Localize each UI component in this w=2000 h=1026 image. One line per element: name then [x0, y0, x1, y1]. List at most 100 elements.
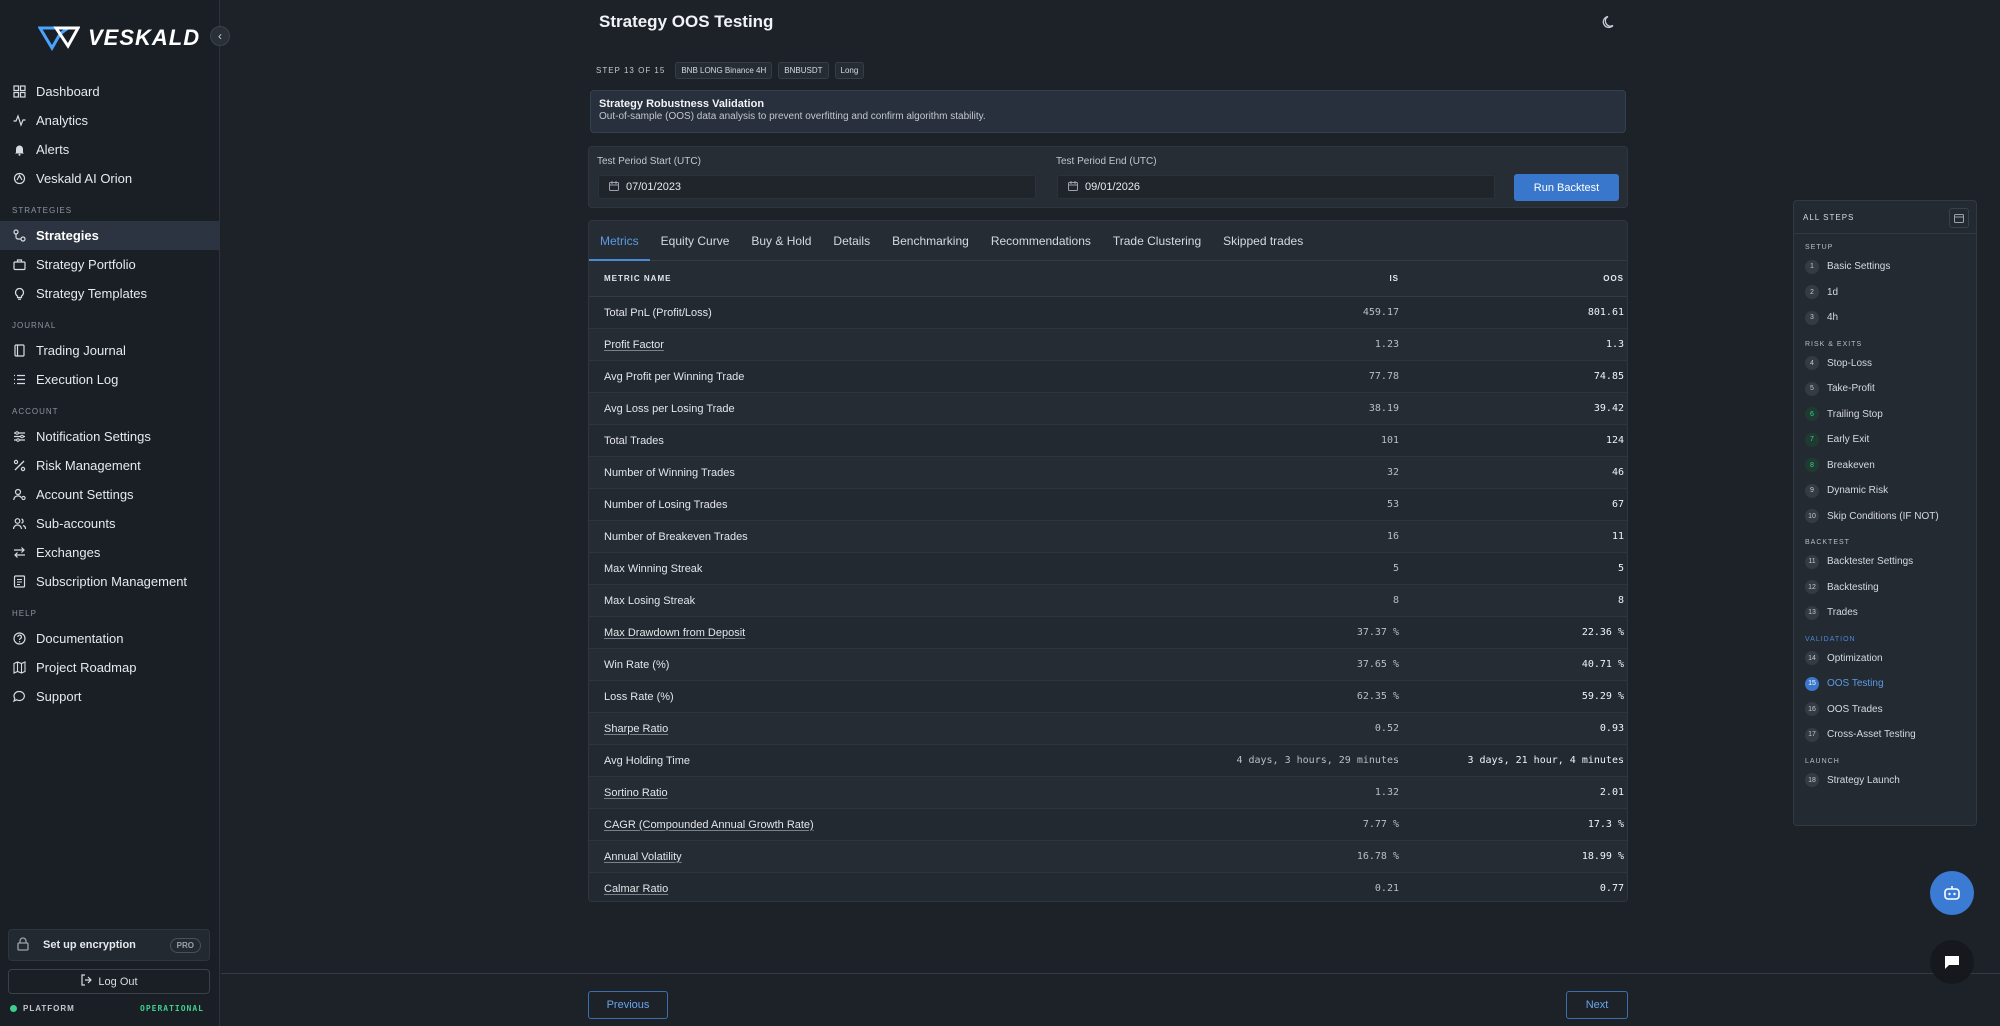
next-button[interactable]: Next — [1566, 991, 1628, 1019]
tab-metrics[interactable]: Metrics — [589, 221, 650, 261]
metric-name[interactable]: Sharpe Ratio — [589, 723, 1189, 735]
logout-button[interactable]: Log Out — [8, 969, 210, 994]
step-item-4[interactable]: 4 Stop-Loss — [1794, 351, 1976, 377]
tab-buy-hold[interactable]: Buy & Hold — [740, 221, 822, 260]
step-item-16[interactable]: 16 OOS Trades — [1794, 697, 1976, 723]
is-value: 38.19 — [1368, 403, 1399, 414]
tab-recommendations[interactable]: Recommendations — [980, 221, 1102, 260]
steps-panel-toggle-button[interactable] — [1949, 208, 1969, 228]
tab-benchmarking[interactable]: Benchmarking — [881, 221, 980, 260]
step-item-3[interactable]: 3 4h — [1794, 305, 1976, 331]
chat-button[interactable] — [1930, 940, 1974, 984]
assistant-button[interactable] — [1930, 871, 1974, 915]
tab-details[interactable]: Details — [822, 221, 881, 260]
metric-name: Number of Losing Trades — [604, 498, 728, 511]
results-panel: Metrics Equity Curve Buy & Hold Details Benc… — [588, 220, 1628, 902]
sidebar-item-label: Strategy Templates — [36, 286, 148, 301]
step-item-18[interactable]: 18 Strategy Launch — [1794, 768, 1976, 794]
end-date-label: Test Period End (UTC) — [1056, 156, 1157, 167]
activity-icon — [12, 114, 26, 128]
table-row: Number of Breakeven Trades 16 11 — [589, 521, 1627, 553]
step-number: 14 — [1805, 651, 1819, 666]
table-row: Win Rate (%) 37.65 % 40.71 % — [589, 649, 1627, 681]
table-row: Max Losing Streak 8 8 — [589, 585, 1627, 617]
sidebar-item-dashboard[interactable]: Dashboard — [0, 77, 220, 106]
is-value: 37.37 % — [1356, 627, 1399, 638]
step-item-9[interactable]: 9 Dynamic Risk — [1794, 478, 1976, 504]
page-title: Strategy OOS Testing — [599, 12, 774, 31]
users-icon — [12, 517, 26, 531]
tab-equity-curve[interactable]: Equity Curve — [650, 221, 741, 260]
sidebar-item-strategy-templates[interactable]: Strategy Templates — [0, 279, 220, 308]
metric-name[interactable]: Calmar Ratio — [589, 883, 1189, 895]
metric-name[interactable]: Annual Volatility — [589, 851, 1189, 863]
setup-encryption-button[interactable]: Set up encryption PRO — [8, 929, 210, 961]
receipt-icon — [12, 575, 26, 589]
step-number: 6 — [1805, 407, 1819, 422]
brand-logo[interactable]: VESKALD — [38, 24, 200, 52]
sidebar-item-documentation[interactable]: Documentation — [0, 624, 220, 653]
sidebar-item-risk-management[interactable]: Risk Management — [0, 451, 220, 480]
sidebar-item-label: Veskald AI Orion — [36, 171, 133, 186]
sidebar-item-project-roadmap[interactable]: Project Roadmap — [0, 653, 220, 682]
tab-skipped-trades[interactable]: Skipped trades — [1212, 221, 1314, 260]
run-backtest-button[interactable]: Run Backtest — [1514, 174, 1619, 201]
step-number: 12 — [1805, 580, 1819, 595]
step-item-15[interactable]: 15 OOS Testing — [1794, 671, 1976, 697]
brand-name: VESKALD — [88, 25, 201, 50]
logout-label: Log Out — [98, 975, 138, 988]
sidebar-item-exchanges[interactable]: Exchanges — [0, 538, 220, 567]
step-item-5[interactable]: 5 Take-Profit — [1794, 376, 1976, 402]
sidebar-item-execution-log[interactable]: Execution Log — [0, 365, 220, 394]
sidebar-item-veskald-ai-orion[interactable]: Veskald AI Orion — [0, 164, 220, 193]
tab-trade-clustering[interactable]: Trade Clustering — [1102, 221, 1212, 260]
oos-value: 18.99 % — [1581, 851, 1624, 862]
step-item-10[interactable]: 10 Skip Conditions (IF NOT) — [1794, 504, 1976, 530]
sidebar-item-trading-journal[interactable]: Trading Journal — [0, 336, 220, 365]
briefcase-icon — [12, 258, 26, 272]
platform-status: PLATFORM OPERATIONAL — [10, 1004, 204, 1013]
collapse-sidebar-button[interactable]: ‹ — [210, 26, 230, 46]
oos-value: 11 — [1611, 531, 1624, 542]
table-row: Total Trades 101 124 — [589, 425, 1627, 457]
step-item-17[interactable]: 17 Cross-Asset Testing — [1794, 722, 1976, 748]
sidebar-item-analytics[interactable]: Analytics — [0, 106, 220, 135]
metric-name[interactable]: Profit Factor — [589, 339, 1189, 351]
step-item-6[interactable]: 6 Trailing Stop — [1794, 402, 1976, 428]
metric-name[interactable]: CAGR (Compounded Annual Growth Rate) — [589, 819, 1189, 831]
sidebar-item-account-settings[interactable]: Account Settings — [0, 480, 220, 509]
step-item-12[interactable]: 12 Backtesting — [1794, 575, 1976, 601]
sidebar-item-strategies[interactable]: Strategies — [0, 221, 220, 250]
table-row: Avg Holding Time 4 days, 3 hours, 29 minu… — [589, 745, 1627, 777]
step-item-11[interactable]: 11 Backtester Settings — [1794, 549, 1976, 575]
lock-icon — [17, 936, 31, 954]
metric-name[interactable]: Sortino Ratio — [589, 787, 1189, 799]
step-item-2[interactable]: 2 1d — [1794, 280, 1976, 306]
step-item-7[interactable]: 7 Early Exit — [1794, 427, 1976, 453]
sidebar-item-support[interactable]: Support — [0, 682, 220, 711]
step-item-13[interactable]: 13 Trades — [1794, 600, 1976, 626]
table-row: Avg Loss per Losing Trade 38.19 39.42 — [589, 393, 1627, 425]
step-label: OOS Trades — [1827, 703, 1883, 715]
sidebar-item-strategy-portfolio[interactable]: Strategy Portfolio — [0, 250, 220, 279]
metric-name[interactable]: Max Drawdown from Deposit — [589, 627, 1189, 639]
table-row: Annual Volatility 16.78 % 18.99 % — [589, 841, 1627, 873]
step-label: Early Exit — [1827, 434, 1870, 446]
step-item-1[interactable]: 1 Basic Settings — [1794, 254, 1976, 280]
is-value: 32 — [1386, 467, 1399, 478]
start-date-input[interactable]: 07/01/2023 — [598, 175, 1036, 199]
sidebar-item-alerts[interactable]: Alerts — [0, 135, 220, 164]
table-row: Max Winning Streak 5 5 — [589, 553, 1627, 585]
table-row: Sharpe Ratio 0.52 0.93 — [589, 713, 1627, 745]
steps-list: SETUP 1 Basic Settings 2 1d 3 4h RISK & EXITS 4 S… — [1794, 234, 1976, 793]
sidebar-item-sub-accounts[interactable]: Sub-accounts — [0, 509, 220, 538]
previous-button[interactable]: Previous — [588, 991, 668, 1019]
step-label: Optimization — [1827, 652, 1883, 664]
sidebar-item-notification-settings[interactable]: Notification Settings — [0, 422, 220, 451]
sidebar-item-subscription-management[interactable]: Subscription Management — [0, 567, 220, 596]
theme-toggle-button[interactable] — [1602, 14, 1620, 32]
validation-description: Out-of-sample (OOS) data analysis to pre… — [599, 111, 986, 122]
end-date-input[interactable]: 09/01/2026 — [1057, 175, 1495, 199]
step-item-14[interactable]: 14 Optimization — [1794, 646, 1976, 672]
step-item-8[interactable]: 8 Breakeven — [1794, 453, 1976, 479]
